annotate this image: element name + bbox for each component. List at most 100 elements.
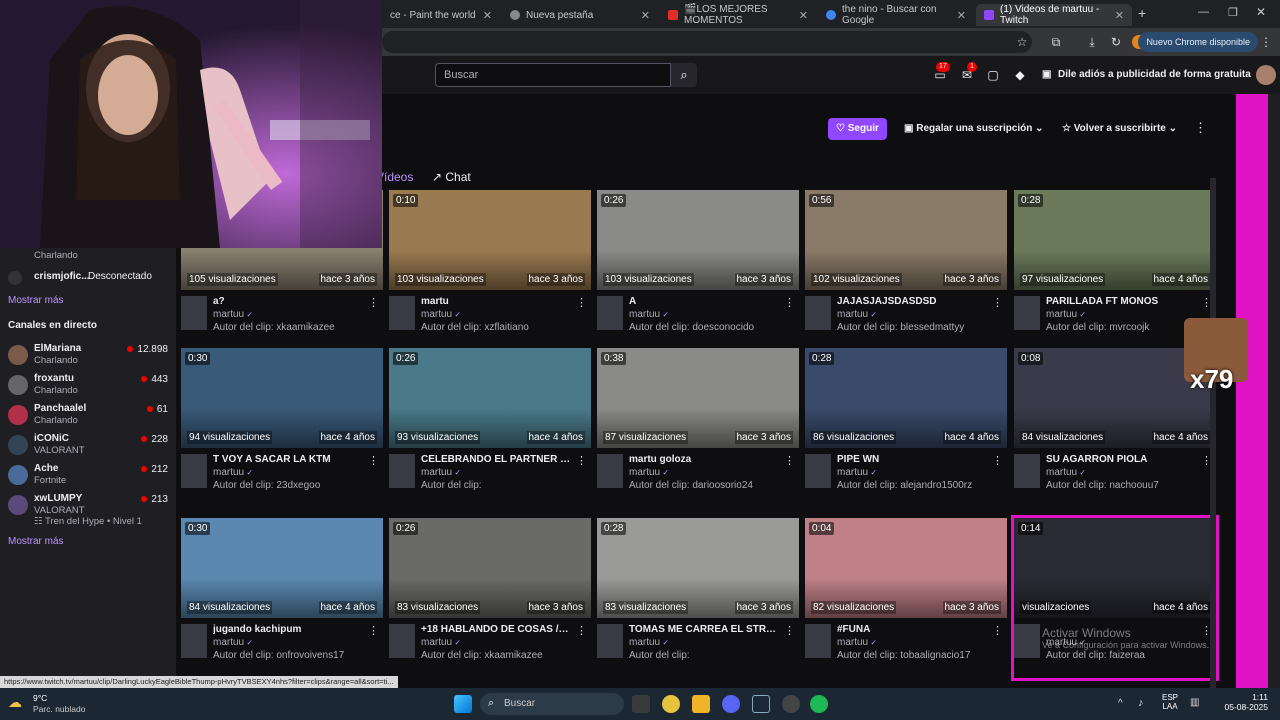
- clip-channel[interactable]: martuu: [213, 467, 253, 478]
- clip-channel[interactable]: martuu: [629, 467, 669, 478]
- clip-card[interactable]: 0:28 86 visualizaciones hace 4 años PIPE WN…: [805, 348, 1007, 508]
- weather-desc[interactable]: Parc. nublado: [33, 704, 85, 714]
- language-indicator[interactable]: ESP LAA: [1162, 693, 1178, 711]
- discord-icon[interactable]: [722, 695, 740, 713]
- windows-start-icon[interactable]: [454, 695, 472, 713]
- clip-card[interactable]: 0:26 93 visualizaciones hace 4 años CELEBRA…: [389, 348, 591, 508]
- sidebar-live-channel[interactable]: Panchaalel Charlando 61: [8, 402, 168, 432]
- weather-temp[interactable]: 9°C: [33, 693, 47, 703]
- clip-card[interactable]: 0:30 94 visualizaciones hace 4 años T VOY A…: [181, 348, 383, 508]
- chrome-icon[interactable]: [662, 695, 680, 713]
- more-options-icon[interactable]: ⋮: [992, 454, 1003, 467]
- sidebar-live-channel[interactable]: xwLUMPY VALORANT 213 ☷ Tren del Hype • N…: [8, 492, 168, 532]
- extensions-icon[interactable]: ⧉: [1048, 34, 1064, 50]
- clip-thumbnail[interactable]: 0:28 86 visualizaciones hace 4 años: [805, 348, 1007, 448]
- channel-avatar[interactable]: [389, 454, 415, 488]
- clip-title[interactable]: jugando kachipum: [213, 624, 363, 635]
- clip-title[interactable]: T VOY A SACAR LA KTM: [213, 454, 363, 465]
- more-options-icon[interactable]: ⋮: [992, 624, 1003, 637]
- channel-avatar[interactable]: [805, 624, 831, 658]
- clip-card[interactable]: 0:56 102 visualizaciones hace 3 años JAJASJ…: [805, 190, 1007, 350]
- channel-avatar[interactable]: [597, 624, 623, 658]
- browser-tab[interactable]: 🎬LOS MEJORES MOMENTOS ✕: [660, 4, 816, 26]
- whispers-icon[interactable]: ▢: [985, 67, 1001, 83]
- clip-title[interactable]: JAJASJAJSDASDSD: [837, 296, 987, 307]
- clip-title[interactable]: #FUNA: [837, 624, 987, 635]
- tab-chat[interactable]: ↗ Chat: [432, 170, 471, 184]
- minimize-icon[interactable]: —: [1198, 6, 1209, 18]
- history-icon[interactable]: ↻: [1108, 34, 1124, 50]
- bookmark-star-icon[interactable]: ☆: [1014, 34, 1030, 50]
- bits-icon[interactable]: ◆: [1012, 67, 1028, 83]
- browser-tab[interactable]: Nueva pestaña ✕: [502, 4, 658, 26]
- microphone-icon[interactable]: ♪: [1138, 697, 1144, 709]
- clip-thumbnail[interactable]: 0:38 87 visualizaciones hace 3 años: [597, 348, 799, 448]
- resub-button[interactable]: ☆ Volver a suscribirte ⌄: [1054, 118, 1185, 140]
- new-tab-button[interactable]: +: [1138, 5, 1146, 21]
- url-field[interactable]: [382, 31, 1032, 53]
- browser-tab-active[interactable]: (1) Videos de martuu - Twitch ✕: [976, 4, 1132, 26]
- clip-card[interactable]: 0:14visualizacioneshace 4 añosmartuuAuto…: [1011, 515, 1219, 681]
- show-more-link[interactable]: Mostrar más: [8, 295, 64, 306]
- clip-thumbnail[interactable]: 0:28 97 visualizaciones hace 4 años: [1014, 190, 1216, 290]
- clip-channel[interactable]: martuu: [629, 637, 669, 648]
- browser-tab[interactable]: the nino - Buscar con Google ✕: [818, 4, 974, 26]
- close-icon[interactable]: ✕: [641, 9, 650, 22]
- clip-thumbnail[interactable]: 0:26 93 visualizaciones hace 4 años: [389, 348, 591, 448]
- clip-thumbnail[interactable]: 0:14 visualizaciones hace 4 años: [1014, 518, 1216, 618]
- clip-title[interactable]: SU AGARRON PIOLA: [1046, 454, 1196, 465]
- more-options-icon[interactable]: ⋮: [1194, 120, 1207, 136]
- more-options-icon[interactable]: ⋮: [576, 296, 587, 309]
- clip-card[interactable]: 0:04 82 visualizaciones hace 3 años #FUNA ma…: [805, 518, 1007, 678]
- clip-thumbnail[interactable]: 0:04 82 visualizaciones hace 3 años: [805, 518, 1007, 618]
- clip-channel[interactable]: martuu: [629, 309, 669, 320]
- more-options-icon[interactable]: ⋮: [576, 624, 587, 637]
- clip-channel[interactable]: martuu: [837, 309, 877, 320]
- channel-avatar[interactable]: [1014, 296, 1040, 330]
- clip-channel[interactable]: martuu: [837, 637, 877, 648]
- window-close-icon[interactable]: ✕: [1256, 5, 1266, 19]
- clip-card[interactable]: 0:38 87 visualizaciones hace 3 años martu g…: [597, 348, 799, 508]
- close-icon[interactable]: ✕: [1115, 9, 1124, 22]
- clip-card[interactable]: 0:30 84 visualizaciones hace 4 años jugando…: [181, 518, 383, 678]
- channel-avatar[interactable]: [597, 454, 623, 488]
- clock[interactable]: 1:11 05-08-2025: [1208, 692, 1268, 712]
- clip-channel[interactable]: martuu: [1046, 467, 1086, 478]
- clip-title[interactable]: martu: [421, 296, 571, 307]
- scrollbar[interactable]: [1210, 178, 1216, 688]
- file-explorer-icon[interactable]: [692, 695, 710, 713]
- channel-avatar[interactable]: [805, 296, 831, 330]
- clip-title[interactable]: CELEBRANDO EL PARTNER CON...: [421, 454, 571, 465]
- clip-thumbnail[interactable]: 0:26 83 visualizaciones hace 3 años: [389, 518, 591, 618]
- close-icon[interactable]: ✕: [957, 9, 966, 22]
- clip-title[interactable]: a?: [213, 296, 363, 307]
- clip-channel[interactable]: martuu: [421, 309, 461, 320]
- menu-dots-icon[interactable]: ⋮: [1258, 34, 1274, 50]
- clip-channel[interactable]: martuu: [1046, 309, 1086, 320]
- more-options-icon[interactable]: ⋮: [368, 296, 379, 309]
- search-button[interactable]: ⌕: [671, 63, 697, 87]
- channel-avatar[interactable]: [389, 296, 415, 330]
- channel-avatar[interactable]: [181, 454, 207, 488]
- clip-thumbnail[interactable]: 0:26 103 visualizaciones hace 3 años: [597, 190, 799, 290]
- steam-icon[interactable]: [752, 695, 770, 713]
- search-input[interactable]: Buscar: [435, 63, 671, 87]
- clip-thumbnail[interactable]: 0:28 83 visualizaciones hace 3 años: [597, 518, 799, 618]
- more-options-icon[interactable]: ⋮: [784, 296, 795, 309]
- channel-avatar[interactable]: [181, 624, 207, 658]
- clip-channel[interactable]: martuu: [421, 467, 461, 478]
- clip-channel[interactable]: martuu: [421, 637, 461, 648]
- sidebar-live-channel[interactable]: Ache Fortnite 212: [8, 462, 168, 492]
- sidebar-live-channel[interactable]: iCONiC VALORANT 228: [8, 432, 168, 462]
- chevron-up-icon[interactable]: ^: [1118, 698, 1123, 709]
- clip-channel[interactable]: martuu: [213, 637, 253, 648]
- clip-title[interactable]: TOMAS ME CARREA EL STREA...: [629, 624, 779, 635]
- more-options-icon[interactable]: ⋮: [368, 454, 379, 467]
- sidebar-live-channel[interactable]: ElMariana Charlando 12.898: [8, 342, 168, 372]
- channel-avatar[interactable]: [1014, 624, 1040, 658]
- page-scrollbar[interactable]: [1268, 94, 1280, 688]
- channel-avatar[interactable]: [1014, 454, 1040, 488]
- task-view-icon[interactable]: [632, 695, 650, 713]
- clip-channel[interactable]: martuu: [837, 467, 877, 478]
- browser-tab[interactable]: ce - Paint the world ✕: [382, 4, 500, 26]
